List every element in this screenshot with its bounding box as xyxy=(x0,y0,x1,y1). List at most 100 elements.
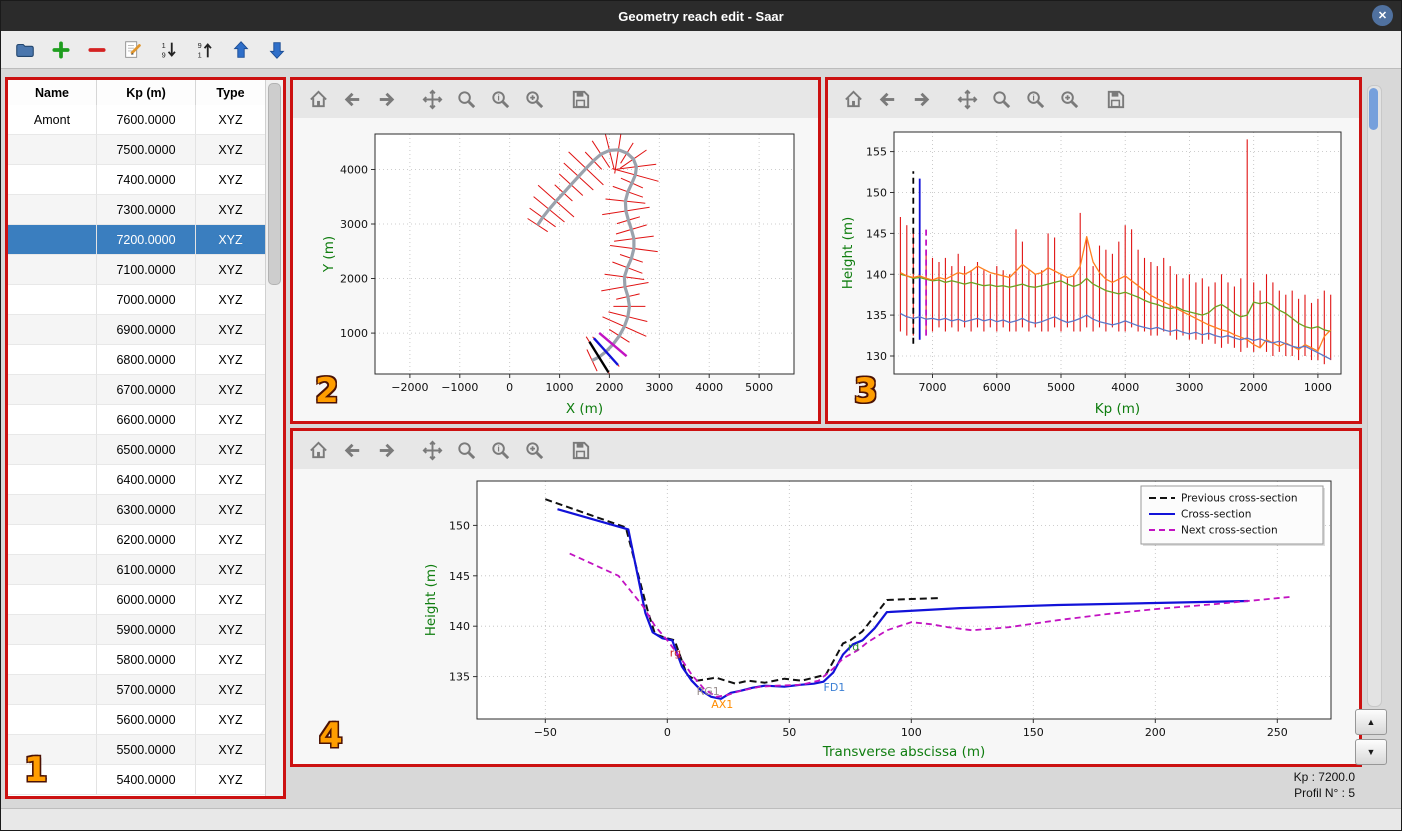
pan-button[interactable] xyxy=(954,86,980,112)
open-folder-button[interactable] xyxy=(11,36,39,64)
back-button[interactable] xyxy=(874,86,900,112)
cell-name[interactable] xyxy=(8,315,97,345)
table-row[interactable]: 7200.0000 XYZ xyxy=(8,225,266,255)
header-name[interactable]: Name xyxy=(8,80,97,105)
profile-down-button[interactable]: ▼ xyxy=(1355,739,1387,765)
cell-name[interactable] xyxy=(8,765,97,795)
cell-type[interactable]: XYZ xyxy=(196,645,266,675)
home-button[interactable] xyxy=(840,86,866,112)
cell-kp[interactable]: 6000.0000 xyxy=(97,585,196,615)
cross-section-chart[interactable]: −50 0 50 100 150 200 250 135 140 145 150 rg rd RG1AX1… xyxy=(295,471,1357,763)
table-row[interactable]: 6300.0000 XYZ xyxy=(8,495,266,525)
cell-kp[interactable]: 6500.0000 xyxy=(97,435,196,465)
zoom-button[interactable] xyxy=(988,86,1014,112)
cell-type[interactable]: XYZ xyxy=(196,585,266,615)
cell-type[interactable]: XYZ xyxy=(196,705,266,735)
cell-kp[interactable]: 5800.0000 xyxy=(97,645,196,675)
profile-up-button[interactable]: ▲ xyxy=(1355,709,1387,735)
table-row[interactable]: 5700.0000 XYZ xyxy=(8,675,266,705)
cell-kp[interactable]: 6100.0000 xyxy=(97,555,196,585)
forward-button[interactable] xyxy=(373,437,399,463)
cell-kp[interactable]: 7500.0000 xyxy=(97,135,196,165)
cell-kp[interactable]: 7000.0000 xyxy=(97,285,196,315)
cell-name[interactable] xyxy=(8,525,97,555)
zoom-info-button[interactable]: i xyxy=(487,86,513,112)
sort-ascending-button[interactable]: 91 xyxy=(191,36,219,64)
cell-name[interactable]: Amont xyxy=(8,105,97,135)
move-up-button[interactable] xyxy=(227,36,255,64)
cell-kp[interactable]: 5900.0000 xyxy=(97,615,196,645)
table-row[interactable]: 5600.0000 XYZ xyxy=(8,705,266,735)
cell-kp[interactable]: 7600.0000 xyxy=(97,105,196,135)
cell-name[interactable] xyxy=(8,195,97,225)
cell-name[interactable] xyxy=(8,225,97,255)
cell-kp[interactable]: 7300.0000 xyxy=(97,195,196,225)
cell-name[interactable] xyxy=(8,735,97,765)
cell-type[interactable]: XYZ xyxy=(196,255,266,285)
cell-kp[interactable]: 7400.0000 xyxy=(97,165,196,195)
cell-kp[interactable]: 6200.0000 xyxy=(97,525,196,555)
table-row[interactable]: 6600.0000 XYZ xyxy=(8,405,266,435)
long-profile-chart[interactable]: 7000 6000 5000 4000 3000 2000 1000 130 135 140 145… xyxy=(830,120,1357,420)
close-button[interactable]: ✕ xyxy=(1372,5,1393,26)
cell-kp[interactable]: 6300.0000 xyxy=(97,495,196,525)
table-row[interactable]: 6500.0000 XYZ xyxy=(8,435,266,465)
cell-type[interactable]: XYZ xyxy=(196,765,266,795)
cell-name[interactable] xyxy=(8,345,97,375)
cell-type[interactable]: XYZ xyxy=(196,225,266,255)
table-row[interactable]: 6400.0000 XYZ xyxy=(8,465,266,495)
cell-name[interactable] xyxy=(8,255,97,285)
table-row[interactable]: 6000.0000 XYZ xyxy=(8,585,266,615)
cell-type[interactable]: XYZ xyxy=(196,375,266,405)
table-row[interactable]: 7500.0000 XYZ xyxy=(8,135,266,165)
header-type[interactable]: Type xyxy=(196,80,266,105)
cell-kp[interactable]: 6600.0000 xyxy=(97,405,196,435)
zoom-plus-button[interactable] xyxy=(1056,86,1082,112)
cell-name[interactable] xyxy=(8,675,97,705)
cell-name[interactable] xyxy=(8,615,97,645)
table-scrollbar-thumb[interactable] xyxy=(268,83,281,285)
sort-descending-button[interactable]: 19 xyxy=(155,36,183,64)
cell-name[interactable] xyxy=(8,165,97,195)
home-button[interactable] xyxy=(305,86,331,112)
move-down-button[interactable] xyxy=(263,36,291,64)
cell-type[interactable]: XYZ xyxy=(196,315,266,345)
zoom-button[interactable] xyxy=(453,86,479,112)
cell-kp[interactable]: 5400.0000 xyxy=(97,765,196,795)
zoom-button[interactable] xyxy=(453,437,479,463)
table-row[interactable]: 5500.0000 XYZ xyxy=(8,735,266,765)
cell-type[interactable]: XYZ xyxy=(196,135,266,165)
save-button[interactable] xyxy=(1102,86,1128,112)
zoom-info-button[interactable]: i xyxy=(487,437,513,463)
vertical-scrollbar[interactable] xyxy=(1367,85,1382,707)
cell-name[interactable] xyxy=(8,285,97,315)
table-row[interactable]: 6900.0000 XYZ xyxy=(8,315,266,345)
cell-kp[interactable]: 7200.0000 xyxy=(97,225,196,255)
cell-type[interactable]: XYZ xyxy=(196,555,266,585)
remove-row-button[interactable] xyxy=(83,36,111,64)
cell-name[interactable] xyxy=(8,135,97,165)
cell-type[interactable]: XYZ xyxy=(196,165,266,195)
cell-name[interactable] xyxy=(8,465,97,495)
cell-type[interactable]: XYZ xyxy=(196,195,266,225)
forward-button[interactable] xyxy=(908,86,934,112)
table-row[interactable]: 6700.0000 XYZ xyxy=(8,375,266,405)
cell-kp[interactable]: 7100.0000 xyxy=(97,255,196,285)
edit-button[interactable] xyxy=(119,36,147,64)
cell-name[interactable] xyxy=(8,495,97,525)
cell-type[interactable]: XYZ xyxy=(196,735,266,765)
table-row[interactable]: Amont 7600.0000 XYZ xyxy=(8,105,266,135)
plan-view-chart[interactable]: −2000 −1000 0 1000 2000 3000 4000 5000 1000 2000 3… xyxy=(295,120,816,420)
save-button[interactable] xyxy=(567,437,593,463)
cell-type[interactable]: XYZ xyxy=(196,525,266,555)
cell-name[interactable] xyxy=(8,435,97,465)
cell-kp[interactable]: 6800.0000 xyxy=(97,345,196,375)
pan-button[interactable] xyxy=(419,86,445,112)
cell-type[interactable]: XYZ xyxy=(196,615,266,645)
table-row[interactable]: 7000.0000 XYZ xyxy=(8,285,266,315)
home-button[interactable] xyxy=(305,437,331,463)
pan-button[interactable] xyxy=(419,437,445,463)
cell-kp[interactable]: 6900.0000 xyxy=(97,315,196,345)
table-row[interactable]: 6200.0000 XYZ xyxy=(8,525,266,555)
forward-button[interactable] xyxy=(373,86,399,112)
